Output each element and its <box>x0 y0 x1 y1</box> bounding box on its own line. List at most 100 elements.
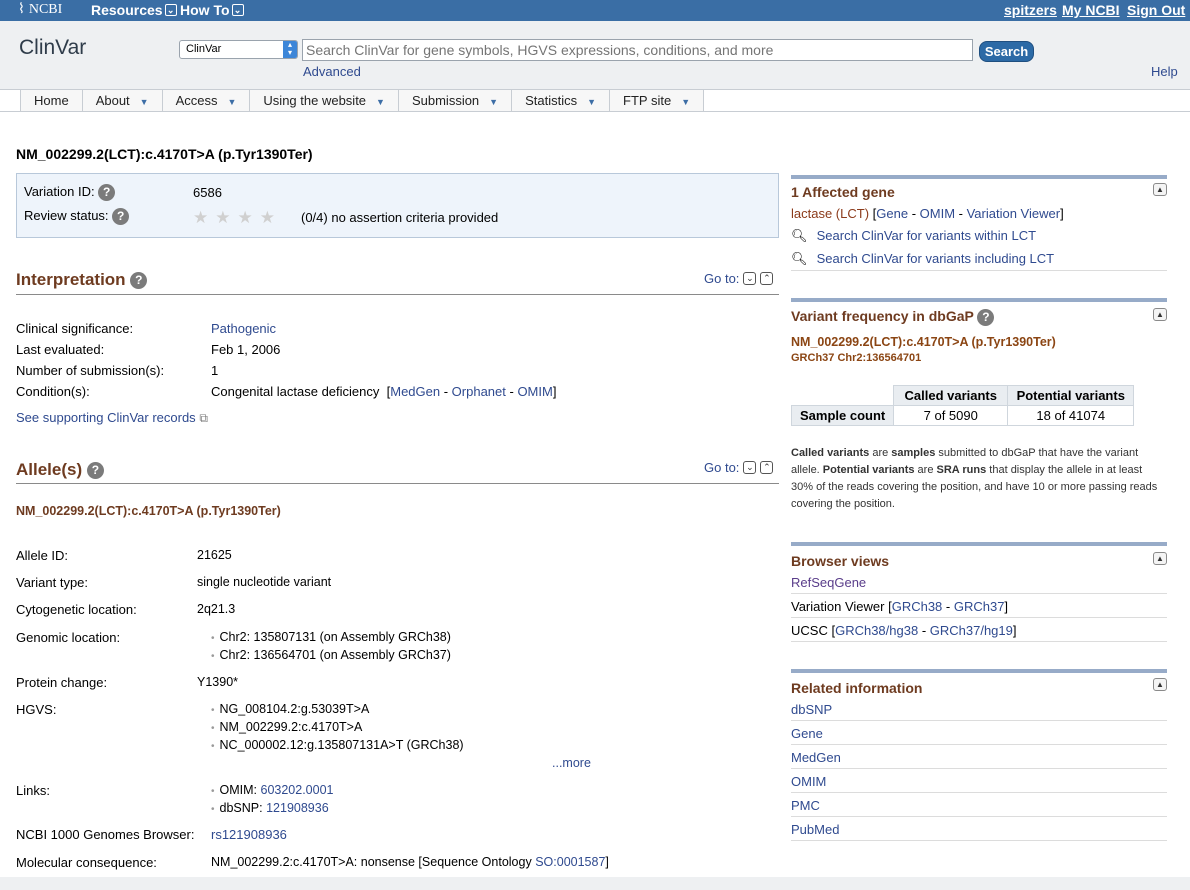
search-input[interactable] <box>302 39 973 61</box>
collapse-up-icon[interactable]: ▲ <box>1153 678 1167 691</box>
table-row: Sample count 7 of 5090 18 of 41074 <box>790 405 1135 426</box>
search-within-link[interactable]: Search ClinVar for variants within LCT <box>817 228 1036 243</box>
search-button[interactable]: Search <box>979 41 1034 62</box>
medgen-link[interactable]: MedGen <box>390 384 440 399</box>
related-link-dbsnp[interactable]: dbSNP <box>791 702 832 717</box>
nav-item-statistics[interactable]: Statistics ▼ <box>512 90 611 111</box>
search-including-link[interactable]: Search ClinVar for variants including LC… <box>817 251 1054 266</box>
protein-change-label: Protein change: <box>16 675 108 690</box>
ncbi-logo[interactable]: ⌇ NCBI <box>18 1 62 18</box>
chevron-down-icon: ⌄ <box>231 4 244 16</box>
nav-item-access[interactable]: Access ▼ <box>162 90 251 111</box>
help-link[interactable]: Help <box>1151 64 1178 79</box>
links-list: • OMIM: 603202.0001 • dbSNP: 121908936 <box>211 782 334 818</box>
nav-item-about[interactable]: About ▼ <box>82 90 163 111</box>
help-icon[interactable]: ? <box>86 462 104 480</box>
browser-views-title: Browser views <box>791 553 890 569</box>
clinical-significance-link[interactable]: Pathogenic <box>211 321 276 336</box>
collapse-up-icon[interactable]: ▲ <box>1153 308 1167 321</box>
database-select[interactable]: ClinVar ▴ ▾ <box>179 40 298 59</box>
bullet-icon: • <box>211 633 215 644</box>
list-item: • NM_002299.2:c.4170T>A <box>211 720 363 734</box>
main-nav: Home About ▼ Access ▼ Using the website ▼ Submi… <box>0 90 1190 112</box>
omim-link[interactable]: OMIM <box>517 384 552 399</box>
variation-id-value: 6586 <box>193 185 222 200</box>
genomes-browser-link[interactable]: rs121908936 <box>211 827 287 842</box>
nav-item-ftp-site[interactable]: FTP site ▼ <box>610 90 705 111</box>
related-link-gene[interactable]: Gene <box>791 726 823 741</box>
star-icon: ★ <box>259 208 275 227</box>
gene-link[interactable]: lactase (LCT) <box>791 206 869 221</box>
divider <box>16 294 779 295</box>
allele-subtitle: NM_002299.2(LCT):c.4170T>A (p.Tyr1390Ter… <box>16 504 281 518</box>
help-icon[interactable]: ? <box>112 208 130 226</box>
gene-db-link[interactable]: Gene <box>876 206 908 221</box>
related-link-pubmed[interactable]: PubMed <box>791 822 839 837</box>
my-ncbi-link[interactable]: My NCBI <box>1062 2 1120 18</box>
collapse-up-icon[interactable]: ▲ <box>1153 552 1167 565</box>
variant-type-label: Variant type: <box>16 575 89 590</box>
nav-item-submission[interactable]: Submission ▼ <box>398 90 513 111</box>
genomic-location-list: • Chr2: 135807131 (on Assembly GRCh38) • C… <box>211 629 451 665</box>
collapse-up-icon[interactable]: ▲ <box>1153 183 1167 196</box>
dna-icon: ⌇ <box>18 2 25 17</box>
orphanet-link[interactable]: Orphanet <box>452 384 506 399</box>
nav-item-home[interactable]: Home <box>21 90 83 111</box>
conditions-value: Congenital lactase deficiency [MedGen - … <box>211 384 557 399</box>
table-row: Called variants Potential variants <box>792 385 1135 406</box>
sequence-ontology-link[interactable]: SO:0001587 <box>535 855 605 869</box>
last-evaluated-label: Last evaluated: <box>16 342 105 357</box>
search-icon: 🔍︎ <box>791 228 808 243</box>
chevron-up-icon[interactable]: ⌃ <box>760 272 774 285</box>
app-title[interactable]: ClinVar <box>19 36 86 60</box>
chevron-down-icon[interactable]: ⌄ <box>743 272 757 285</box>
panel-divider <box>791 669 1167 673</box>
conditions-label: Condition(s): <box>16 384 90 399</box>
search-icon: 🔍︎ <box>791 251 808 266</box>
related-item: PMC <box>791 798 1167 817</box>
vv-grch37-link[interactable]: GRCh37 <box>954 599 1005 614</box>
help-icon[interactable]: ? <box>977 308 995 326</box>
dbgap-variant: NM_002299.2(LCT):c.4170T>A (p.Tyr1390Ter… <box>791 335 1056 349</box>
variant-title: NM_002299.2(LCT):c.4170T>A (p.Tyr1390Ter… <box>16 146 313 162</box>
related-link-omim[interactable]: OMIM <box>791 774 826 789</box>
molecular-consequence-label: Molecular consequence: <box>16 855 157 870</box>
related-item: Gene <box>791 726 1167 745</box>
cytogenetic-label: Cytogenetic location: <box>16 602 137 617</box>
links-label: Links: <box>16 783 50 798</box>
alleles-heading: Allele(s) ? <box>16 460 104 480</box>
select-arrows-icon: ▴ ▾ <box>283 41 297 58</box>
help-icon[interactable]: ? <box>130 272 148 290</box>
refseqgene-link[interactable]: RefSeqGene <box>791 575 866 590</box>
variant-type-value: single nucleotide variant <box>197 575 332 589</box>
omim-gene-link[interactable]: OMIM <box>920 206 955 221</box>
dbsnp-allele-link[interactable]: 121908936 <box>266 801 329 815</box>
variation-viewer-link[interactable]: Variation Viewer <box>967 206 1060 221</box>
chevron-down-icon[interactable]: ⌄ <box>743 461 757 474</box>
caret-down-icon: ▼ <box>587 97 597 107</box>
help-icon[interactable]: ? <box>98 184 116 202</box>
related-item: OMIM <box>791 774 1167 793</box>
vv-grch38-link[interactable]: GRCh38 <box>892 599 943 614</box>
bullet-icon: • <box>211 651 215 662</box>
list-item: • NG_008104.2:g.53039T>A <box>211 702 370 716</box>
ucsc-hg19-link[interactable]: GRCh37/hg19 <box>930 623 1013 638</box>
more-hgvs-link[interactable]: ...more <box>552 756 591 770</box>
panel-divider <box>791 542 1167 546</box>
advanced-search-link[interactable]: Advanced <box>303 64 361 79</box>
related-link-pmc[interactable]: PMC <box>791 798 820 813</box>
resources-menu[interactable]: Resources ⌄ <box>91 2 177 18</box>
nav-item-using-the-website[interactable]: Using the website ▼ <box>250 90 399 111</box>
user-link[interactable]: spitzers <box>1004 2 1057 18</box>
dbgap-note: Called variants are samples submitted to… <box>791 447 1158 510</box>
sign-out-link[interactable]: Sign Out <box>1127 2 1185 18</box>
chevron-up-icon[interactable]: ⌃ <box>760 461 774 474</box>
omim-allele-link[interactable]: 603202.0001 <box>261 783 334 797</box>
related-link-medgen[interactable]: MedGen <box>791 750 841 765</box>
list-item: • Chr2: 135807131 (on Assembly GRCh38) <box>211 630 451 644</box>
how-to-menu[interactable]: How To ⌄ <box>180 2 244 18</box>
supporting-records-link[interactable]: See supporting ClinVar records <box>16 410 196 425</box>
ucsc-hg38-link[interactable]: GRCh38/hg38 <box>835 623 918 638</box>
external-link-icon: ⧉ <box>199 411 208 425</box>
affected-gene-row: lactase (LCT) [Gene - OMIM - Variation V… <box>791 206 1064 221</box>
